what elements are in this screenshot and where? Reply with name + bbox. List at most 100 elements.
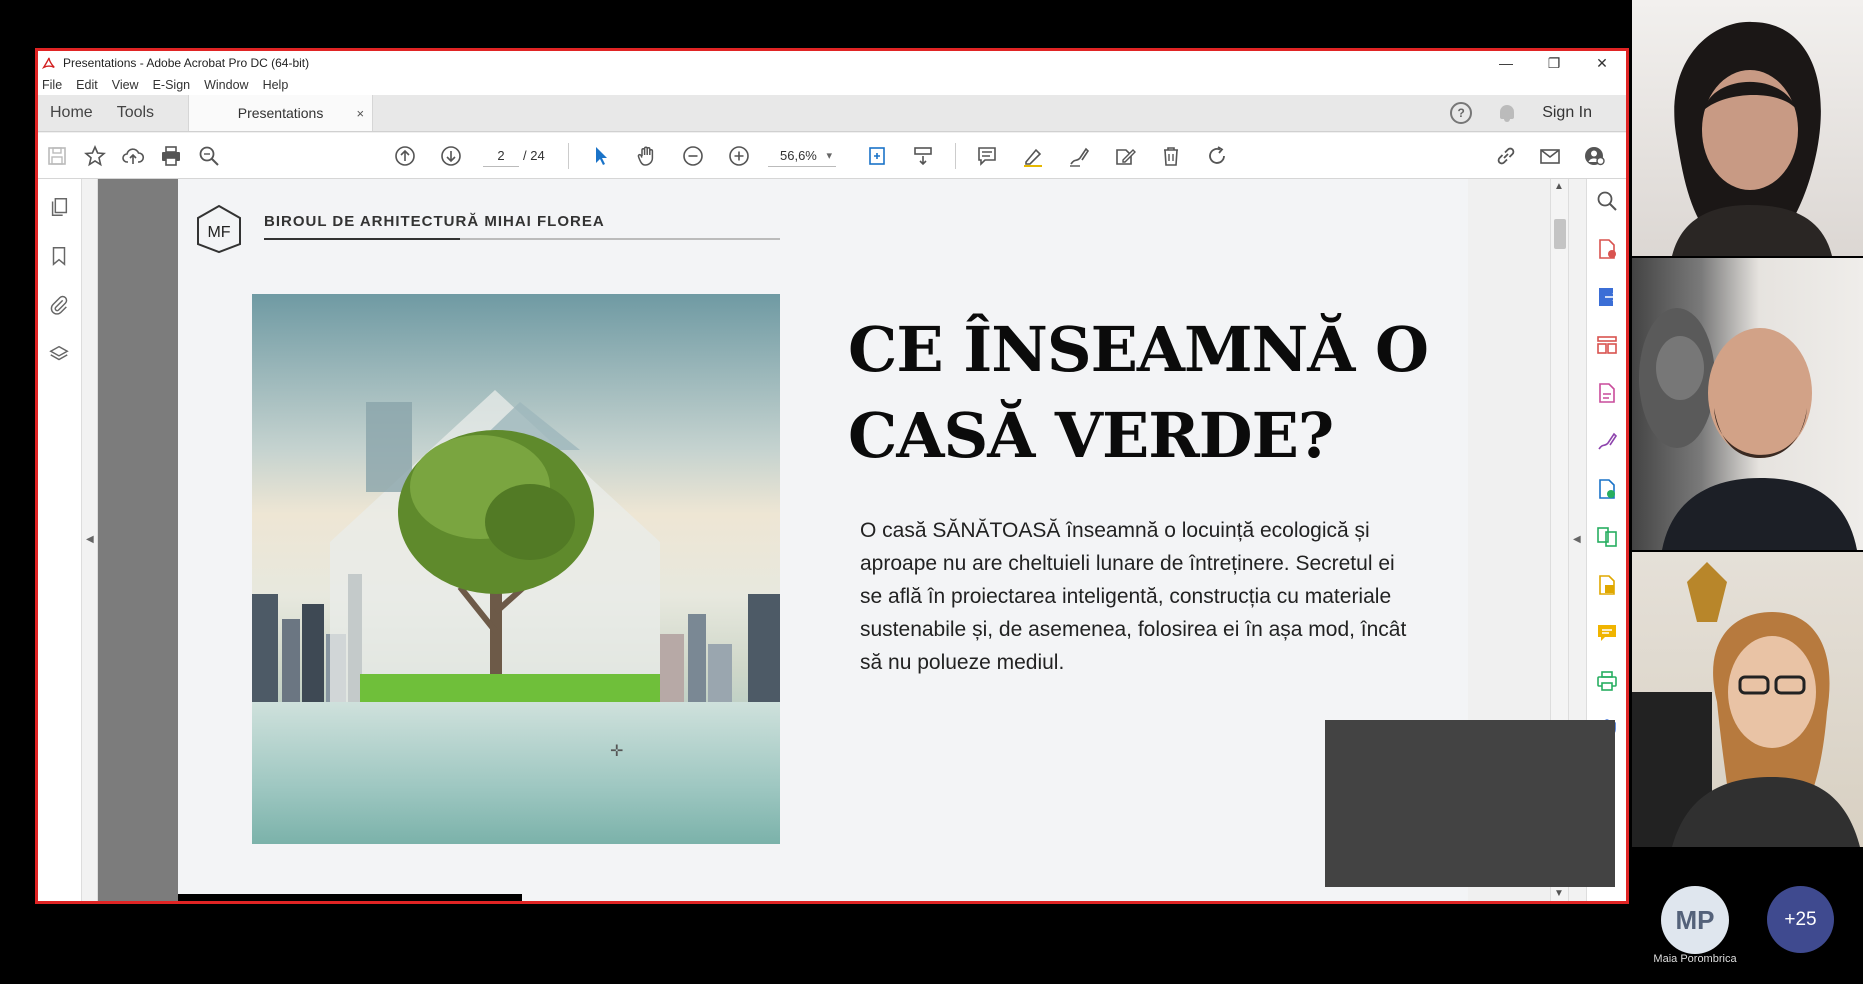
select-cursor-icon[interactable]: [586, 141, 616, 171]
minimize-button[interactable]: —: [1482, 51, 1530, 75]
bookmark-star-icon[interactable]: [80, 141, 110, 171]
menu-file[interactable]: File: [42, 78, 62, 92]
zoom-level-select[interactable]: 56,6%: [768, 145, 836, 167]
tab-document[interactable]: Presentations ×: [188, 95, 374, 131]
scrollbar-thumb[interactable]: [1554, 219, 1566, 249]
tab-close-icon[interactable]: ×: [356, 106, 364, 121]
scroll-mode-icon[interactable]: [908, 141, 938, 171]
toolbar-divider: [955, 143, 956, 169]
create-pdf-icon[interactable]: [1595, 237, 1619, 261]
protect-file-icon[interactable]: [1595, 573, 1619, 597]
collapse-right-arrow-icon: ◀: [1573, 534, 1581, 545]
architecture-logo-icon: MF: [197, 204, 241, 254]
current-page-input[interactable]: 2: [483, 145, 519, 167]
menu-view[interactable]: View: [112, 78, 139, 92]
previous-page-icon[interactable]: [390, 141, 420, 171]
help-icon[interactable]: ?: [1450, 102, 1473, 124]
total-pages-label: / 24: [523, 148, 545, 163]
slide-headline: CE ÎNSEAMNĂ O CASĂ VERDE?: [848, 307, 1448, 479]
participant-video-2[interactable]: [1632, 258, 1863, 550]
layers-icon[interactable]: [47, 342, 71, 366]
print-production-icon[interactable]: [1595, 669, 1619, 693]
participant-avatar-mp[interactable]: MP: [1661, 886, 1729, 954]
menu-edit[interactable]: Edit: [76, 78, 98, 92]
restore-button[interactable]: ❐: [1530, 51, 1578, 75]
tab-document-label: Presentations: [237, 105, 324, 121]
comment-tool-icon[interactable]: [1595, 621, 1619, 645]
participant-name-label: Maia Porombrica: [1653, 953, 1737, 965]
city-skyline-right: [660, 594, 780, 702]
crosshair-cursor-icon: ✛: [610, 743, 624, 760]
delete-trash-icon[interactable]: [1156, 141, 1186, 171]
page-fit-icon[interactable]: [862, 141, 892, 171]
house-silhouette-tree: [330, 390, 660, 702]
collapse-left-arrow-icon: ◀: [86, 534, 94, 545]
window-title: Presentations - Adobe Acrobat Pro DC (64…: [63, 56, 310, 70]
participant-video-3[interactable]: [1632, 552, 1863, 847]
scroll-down-icon[interactable]: ▼: [1554, 888, 1564, 899]
tab-bar-right: ? Sign In: [1450, 95, 1626, 131]
water-reflection: [252, 702, 780, 844]
upload-cloud-icon[interactable]: [118, 141, 148, 171]
send-for-review-icon[interactable]: [1595, 477, 1619, 501]
tab-tools[interactable]: Tools: [105, 95, 166, 131]
next-slide-strip: [178, 894, 522, 901]
highlight-pen-icon[interactable]: [1018, 141, 1048, 171]
bookmarks-icon[interactable]: [47, 244, 71, 268]
zoom-in-icon[interactable]: [724, 141, 754, 171]
green-house-image: [252, 294, 780, 844]
share-link-icon[interactable]: [1491, 141, 1521, 171]
export-pdf-icon[interactable]: [1595, 285, 1619, 309]
email-icon[interactable]: [1535, 141, 1565, 171]
menu-bar: File Edit View E-Sign Window Help: [38, 75, 1626, 95]
share-user-icon[interactable]: [1579, 141, 1609, 171]
zoom-out-icon[interactable]: [678, 141, 708, 171]
tab-bar: Home Tools Presentations × ? Sign In: [38, 95, 1626, 132]
save-icon[interactable]: [42, 141, 72, 171]
sign-in-button[interactable]: Sign In: [1542, 104, 1592, 122]
left-pane-collapse[interactable]: ◀: [82, 179, 98, 901]
compare-files-icon[interactable]: [1595, 525, 1619, 549]
brand-name: BIROUL DE ARHITECTURĂ MIHAI FLOREA: [264, 213, 605, 230]
print-icon[interactable]: [156, 141, 186, 171]
page-thumbnails-icon[interactable]: [47, 195, 71, 219]
page-gutter: [98, 179, 178, 901]
grass-strip: [360, 674, 660, 702]
next-page-icon[interactable]: [436, 141, 466, 171]
sign-pen-icon[interactable]: [1064, 141, 1094, 171]
screen: Presentations - Adobe Acrobat Pro DC (64…: [0, 0, 1863, 984]
toolbar-divider: [568, 143, 569, 169]
participant-2-avatar-image: [1639, 308, 1857, 550]
shared-screen-overlay: [1325, 720, 1615, 887]
attachments-paperclip-icon[interactable]: [47, 293, 71, 317]
menu-window[interactable]: Window: [204, 78, 248, 92]
scroll-up-icon[interactable]: ▲: [1554, 181, 1564, 192]
organize-pages-icon[interactable]: [1595, 333, 1619, 357]
slide-page: MF BIROUL DE ARHITECTURĂ MIHAI FLOREA CE…: [178, 179, 1468, 901]
left-navigation-rail: [38, 179, 82, 901]
notifications-bell-icon[interactable]: [1498, 103, 1516, 123]
search-zoom-tool-icon[interactable]: [1595, 189, 1619, 213]
logo-initials: MF: [207, 224, 230, 241]
acrobat-logo-icon: [41, 55, 57, 71]
find-zoom-icon[interactable]: [194, 141, 224, 171]
brand-underline: [264, 238, 780, 240]
document-viewport[interactable]: MF BIROUL DE ARHITECTURĂ MIHAI FLOREA CE…: [98, 179, 1468, 901]
headline-line-2: CASĂ VERDE?: [848, 399, 1334, 472]
menu-esign[interactable]: E-Sign: [153, 78, 191, 92]
title-bar: Presentations - Adobe Acrobat Pro DC (64…: [38, 51, 1626, 75]
edit-pdf-tool-icon[interactable]: [1595, 381, 1619, 405]
more-participants-badge[interactable]: +25: [1767, 886, 1834, 953]
headline-line-1: CE ÎNSEAMNĂ O: [848, 313, 1429, 386]
rotate-icon[interactable]: [1202, 141, 1232, 171]
fill-sign-icon[interactable]: [1595, 429, 1619, 453]
participant-1-avatar-image: [1672, 21, 1832, 256]
menu-help[interactable]: Help: [263, 78, 289, 92]
close-window-button[interactable]: ✕: [1578, 51, 1626, 75]
slide-body-text: O casă SĂNĂTOASĂ înseamnă o locuință eco…: [860, 519, 1407, 674]
comment-icon[interactable]: [972, 141, 1002, 171]
edit-pdf-icon[interactable]: [1110, 141, 1140, 171]
participant-video-1[interactable]: [1632, 0, 1863, 256]
tab-home[interactable]: Home: [38, 95, 105, 131]
hand-tool-icon[interactable]: [632, 141, 662, 171]
